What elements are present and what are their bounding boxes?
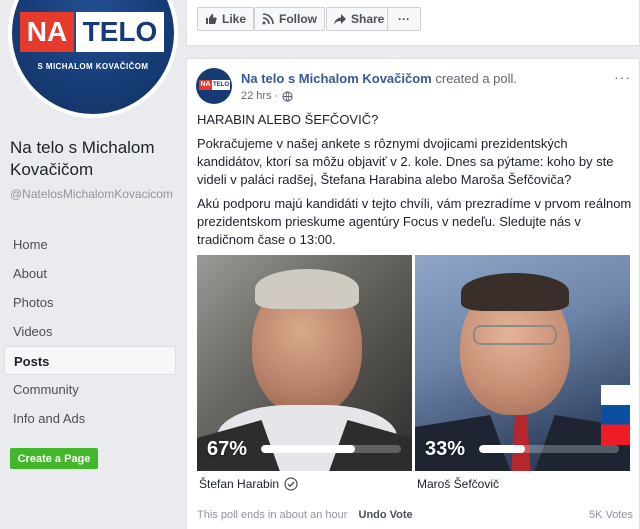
page-action-bar: Like Follow Share ··· xyxy=(186,0,640,46)
share-button[interactable]: Share xyxy=(326,7,393,31)
poll-option-2-bar-fill xyxy=(479,445,526,453)
follow-label: Follow xyxy=(279,12,317,26)
poll-option-1-name: Štefan Harabin xyxy=(199,477,280,491)
undo-vote-link[interactable]: Undo Vote xyxy=(359,509,413,521)
poll-post: NA TELO Na telo s Michalom Kovačičom cre… xyxy=(186,58,640,529)
nav-item-home[interactable]: Home xyxy=(4,230,176,259)
logo-subtitle: S MICHALOM KOVAČIČOM xyxy=(37,62,149,71)
poll-option-1[interactable]: 67% xyxy=(197,255,412,471)
post-paragraph-1: Pokračujeme v našej ankete s rôznymi dvo… xyxy=(197,136,614,187)
poll-option-2-name: Maroš Šefčovič xyxy=(417,477,500,491)
page-title[interactable]: Na telo s Michalom Kovačičom xyxy=(10,137,180,181)
poll-option-2-bar xyxy=(479,445,619,453)
post-body: HARABIN ALEBO ŠEFČOVIČ? Pokračujeme v na… xyxy=(197,111,633,255)
post-paragraph-2: Akú podporu majú kandidáti v tejto chvíl… xyxy=(197,196,632,247)
post-meta: 22 hrs · xyxy=(241,90,293,102)
thumbs-up-icon xyxy=(206,14,217,24)
poll-option-1-percent: 67% xyxy=(207,438,248,460)
avatar-logo-telo: TELO xyxy=(212,80,230,90)
poll-option-1-bar xyxy=(261,445,401,453)
post-options-menu[interactable]: ··· xyxy=(614,69,631,85)
logo-na: NA xyxy=(20,12,74,52)
poll-option-2-percent: 33% xyxy=(425,438,466,460)
nav-item-info-and-ads[interactable]: Info and Ads xyxy=(4,404,176,433)
nav-item-videos[interactable]: Videos xyxy=(4,317,176,346)
share-arrow-icon xyxy=(334,14,346,25)
more-actions-button[interactable]: ··· xyxy=(387,7,421,31)
create-page-button[interactable]: Create a Page xyxy=(10,448,98,469)
logo-telo: TELO xyxy=(76,12,164,52)
like-label: Like xyxy=(222,12,247,26)
nav-item-community[interactable]: Community xyxy=(4,375,176,404)
rss-icon xyxy=(262,13,274,25)
post-heading: HARABIN ALEBO ŠEFČOVIČ? xyxy=(197,112,379,127)
globe-icon xyxy=(282,90,293,102)
poll-footer: This poll ends in about an hour Undo Vot… xyxy=(197,509,633,521)
page-profile-picture-frame[interactable]: NA TELO S MICHALOM KOVAČIČOM xyxy=(8,0,178,118)
page-nav: Home About Photos Videos Posts Community… xyxy=(4,230,176,433)
poll-option-2-label[interactable]: Maroš Šefčovič xyxy=(417,477,499,491)
post-header: Na telo s Michalom Kovačičom created a p… xyxy=(241,71,517,87)
page-profile-picture: NA TELO S MICHALOM KOVAČIČOM xyxy=(12,0,174,114)
page-handle[interactable]: @NatelosMichalomKovacicom xyxy=(10,187,175,202)
nav-item-photos[interactable]: Photos xyxy=(4,288,176,317)
poll-option-1-label[interactable]: Štefan Harabin xyxy=(199,477,298,491)
poll-option-2[interactable]: 33% xyxy=(415,255,630,471)
post-author-name[interactable]: Na telo s Michalom Kovačičom xyxy=(241,71,432,86)
poll-ends-text: This poll ends in about an hour xyxy=(197,509,348,521)
nav-item-about[interactable]: About xyxy=(4,259,176,288)
share-label: Share xyxy=(351,12,385,26)
follow-button[interactable]: Follow xyxy=(254,7,325,31)
like-button[interactable]: Like xyxy=(197,7,255,31)
voted-check-icon xyxy=(284,477,298,491)
nav-item-posts[interactable]: Posts xyxy=(4,346,176,375)
post-action-text: created a poll. xyxy=(435,71,518,86)
post-author-avatar[interactable]: NA TELO xyxy=(196,68,232,104)
avatar-logo-na: NA xyxy=(199,80,212,90)
page-sidebar: NA TELO S MICHALOM KOVAČIČOM Na telo s M… xyxy=(0,0,182,529)
vote-count[interactable]: 5K Votes xyxy=(589,509,633,521)
post-timestamp[interactable]: 22 hrs xyxy=(241,90,272,102)
poll-option-1-bar-fill xyxy=(261,445,355,453)
